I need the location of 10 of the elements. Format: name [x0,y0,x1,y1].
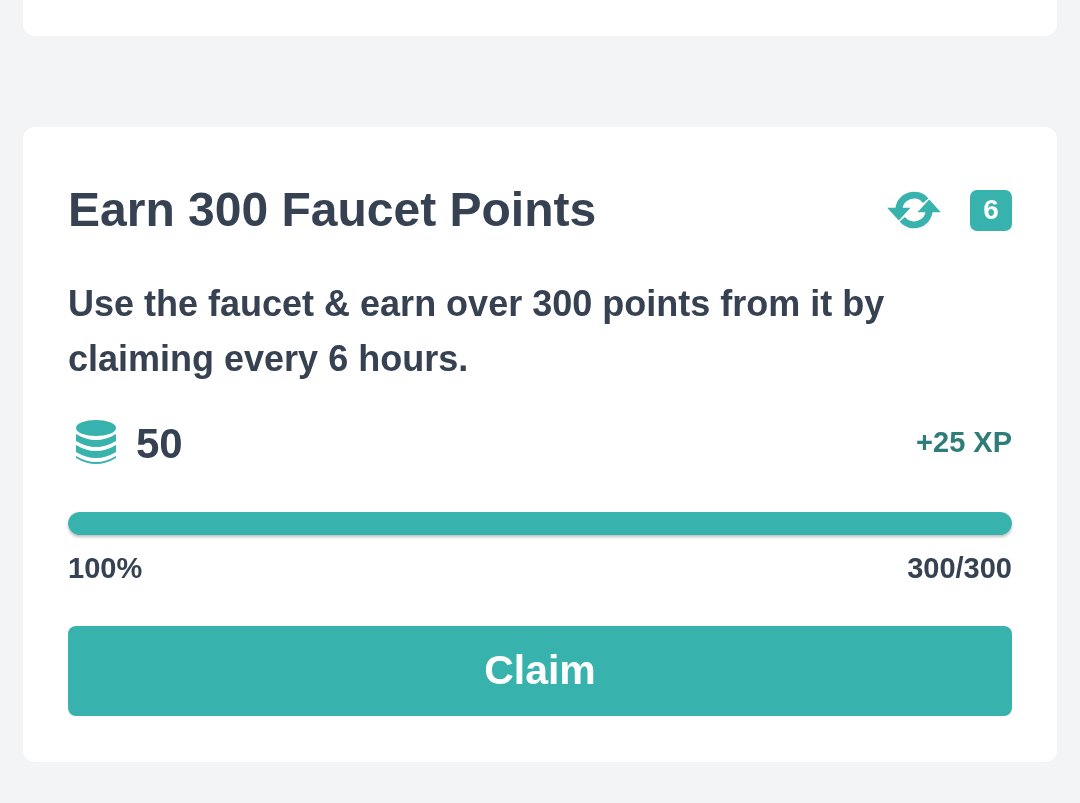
reward-xp: +25 XP [916,425,1012,461]
progress-percent: 100% [68,551,143,587]
reward-points: 50 [136,418,183,469]
repeat-count-badge: 6 [970,189,1012,231]
task-description: Use the faucet & earn over 300 points from it by claiming every 6 hours. [68,282,886,381]
progress-count: 300/300 [907,551,1012,587]
task-title: Earn 300 Faucet Points [68,182,597,238]
sync-icon [886,190,942,230]
claim-button[interactable]: Claim [68,626,1012,716]
coin-stack-icon [76,420,116,466]
